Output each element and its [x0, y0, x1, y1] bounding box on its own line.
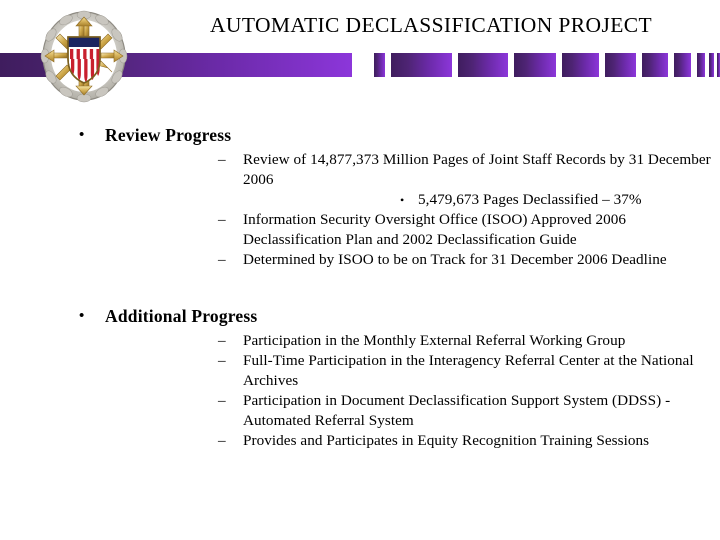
- list-item-text: Participation in Document Declassificati…: [243, 392, 671, 429]
- decorative-bar-segment: [374, 53, 385, 77]
- decorative-bar-segment: [642, 53, 668, 77]
- decorative-bar-segment: [391, 53, 452, 77]
- outline-level3-list: • 5,479,673 Pages Declassified – 37%: [243, 190, 720, 210]
- outline-section-additional-progress: • Additional Progress – Participation in…: [0, 305, 720, 454]
- decorative-bar-segment: [514, 53, 556, 77]
- bullet-glyph-level1: •: [79, 308, 85, 324]
- slide-body: • Review Progress – Review of 14,877,373…: [0, 112, 720, 540]
- bullet-glyph-level2: –: [218, 251, 226, 268]
- decorative-bar-segment: [458, 53, 508, 77]
- decorative-bar-segment: [709, 53, 714, 77]
- section-heading-text: Additional Progress: [105, 306, 258, 326]
- joint-chiefs-of-staff-badge-icon: [38, 8, 130, 104]
- outline-level1-list: • Additional Progress – Participation in…: [0, 305, 720, 451]
- bullet-glyph-level1: •: [79, 127, 85, 143]
- bullet-glyph-level2: –: [218, 392, 226, 409]
- list-item-text: Full-Time Participation in the Interagen…: [243, 352, 694, 389]
- slide-header: AUTOMATIC DECLASSIFICATION PROJECT: [0, 0, 720, 110]
- bullet-glyph-level2: –: [218, 211, 226, 228]
- section-heading-additional-progress: • Additional Progress – Participation in…: [0, 305, 720, 451]
- list-item-text: Participation in the Monthly External Re…: [243, 332, 626, 349]
- outline-level2-list: – Participation in the Monthly External …: [105, 331, 720, 451]
- list-item: • 5,479,673 Pages Declassified – 37%: [243, 190, 720, 210]
- bullet-glyph-level2: –: [218, 352, 226, 369]
- outline-section-review-progress: • Review Progress – Review of 14,877,373…: [0, 124, 720, 273]
- list-item: – Participation in the Monthly External …: [105, 331, 720, 351]
- list-item-text: Review of 14,877,373 Million Pages of Jo…: [243, 151, 711, 188]
- list-item-text: Provides and Participates in Equity Reco…: [243, 432, 650, 449]
- list-item-text: Determined by ISOO to be on Track for 31…: [243, 251, 667, 268]
- section-heading-text: Review Progress: [105, 125, 232, 145]
- page-title: AUTOMATIC DECLASSIFICATION PROJECT: [209, 13, 653, 37]
- bullet-glyph-level2: –: [218, 432, 226, 449]
- outline-level2-list: – Review of 14,877,373 Million Pages of …: [105, 150, 720, 270]
- list-item: – Review of 14,877,373 Million Pages of …: [105, 150, 720, 210]
- list-item-text: Information Security Oversight Office (I…: [243, 211, 627, 248]
- outline-level1-list: • Review Progress – Review of 14,877,373…: [0, 124, 720, 270]
- bullet-glyph-level2: –: [218, 332, 226, 349]
- bullet-glyph-level3: •: [400, 193, 405, 207]
- list-item: – Provides and Participates in Equity Re…: [105, 431, 720, 451]
- section-heading-review-progress: • Review Progress – Review of 14,877,373…: [0, 124, 720, 270]
- decorative-bar-segment: [697, 53, 705, 77]
- list-item: – Determined by ISOO to be on Track for …: [105, 250, 720, 270]
- decorative-bar-segment: [562, 53, 599, 77]
- bullet-glyph-level2: –: [218, 151, 226, 168]
- list-item: – Full-Time Participation in the Interag…: [105, 351, 720, 391]
- slide: AUTOMATIC DECLASSIFICATION PROJECT • Rev…: [0, 0, 720, 540]
- list-item-text: 5,479,673 Pages Declassified – 37%: [418, 191, 642, 208]
- decorative-bar-segment: [605, 53, 636, 77]
- decorative-bar-segment: [674, 53, 691, 77]
- list-item: – Information Security Oversight Office …: [105, 210, 720, 250]
- list-item: – Participation in Document Declassifica…: [105, 391, 720, 431]
